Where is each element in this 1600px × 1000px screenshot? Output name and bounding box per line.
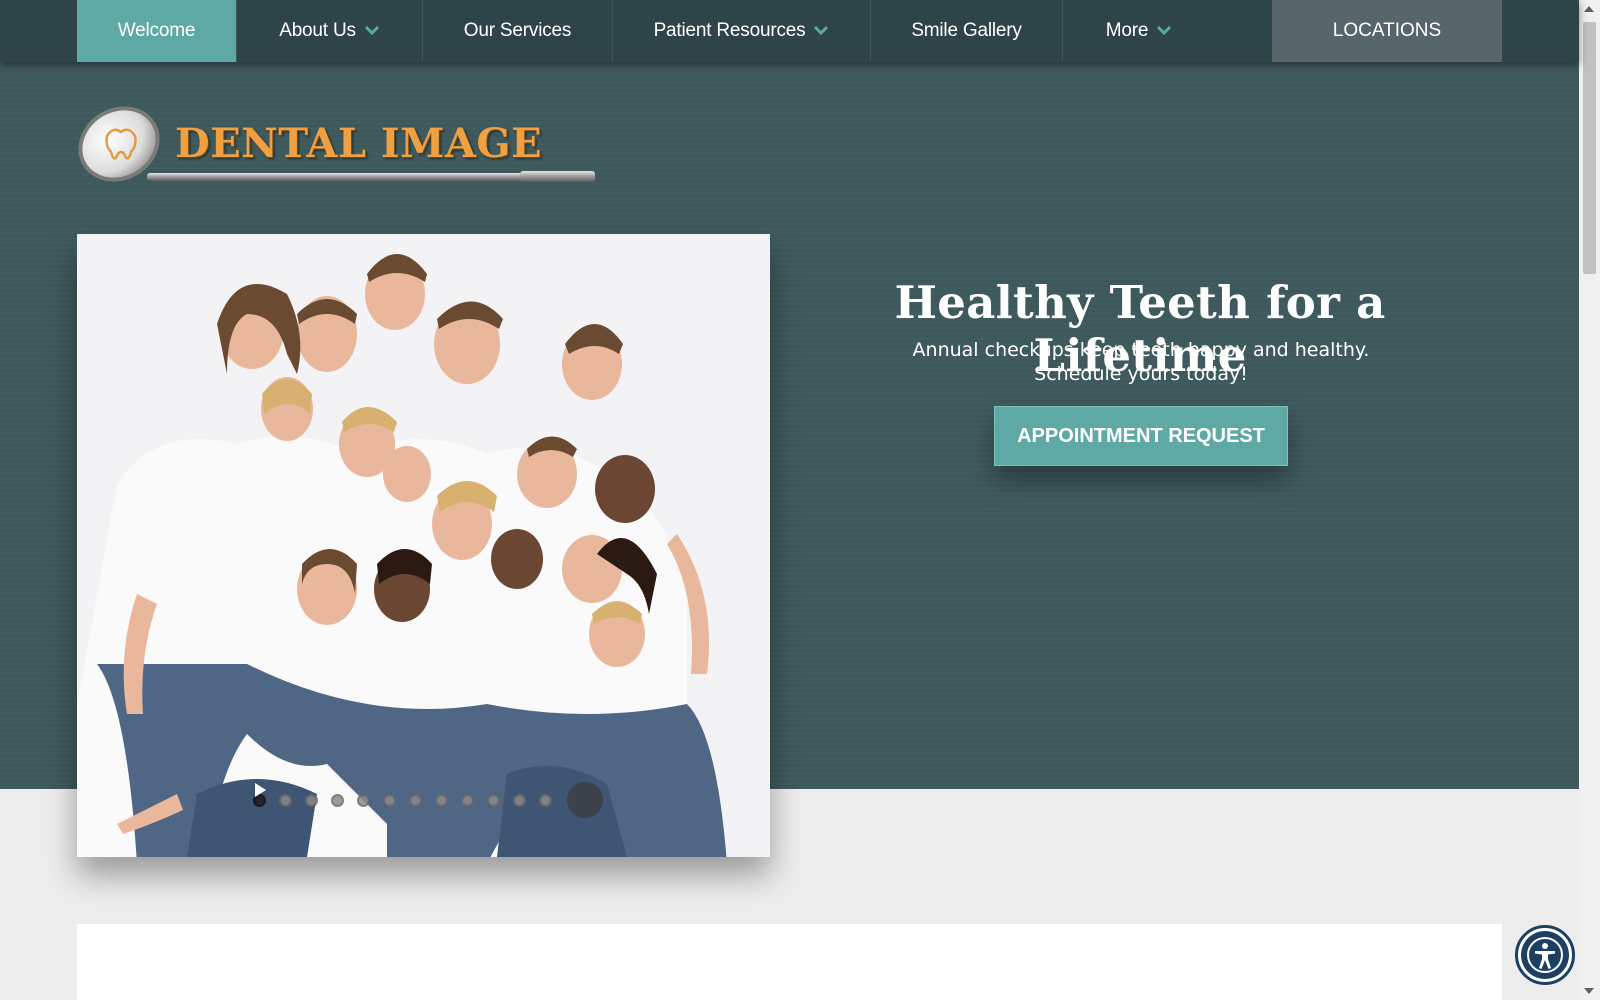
slider-dot[interactable] bbox=[513, 793, 526, 807]
nav-item-label: Smile Gallery bbox=[911, 20, 1022, 41]
nav-item-patient-resources[interactable]: Patient Resources bbox=[613, 0, 871, 62]
play-icon[interactable] bbox=[255, 782, 603, 818]
hero-slider[interactable] bbox=[77, 234, 770, 857]
locations-label: LOCATIONS bbox=[1332, 20, 1442, 41]
nav-item-label: Our Services bbox=[463, 20, 572, 41]
slider-dot[interactable] bbox=[539, 793, 552, 807]
slider-pagination bbox=[253, 782, 603, 818]
accessibility-person-icon bbox=[1521, 931, 1569, 979]
appointment-request-label: APPOINTMENT REQUEST bbox=[1017, 424, 1265, 447]
slider-dot[interactable] bbox=[305, 793, 318, 807]
nav-item-label: Patient Resources bbox=[653, 20, 806, 41]
logo-text: DENTAL IMAGE bbox=[175, 120, 543, 167]
chevron-down-icon bbox=[813, 22, 829, 38]
hero-subline: Annual checkups keep teeth happy and hea… bbox=[912, 339, 1370, 385]
slider-dot[interactable] bbox=[487, 793, 500, 807]
slider-dot[interactable] bbox=[279, 793, 292, 807]
nav-item-our-services[interactable]: Our Services bbox=[423, 0, 613, 62]
nav-item-more[interactable]: More bbox=[1063, 0, 1215, 62]
nav-item-welcome[interactable]: Welcome bbox=[77, 0, 237, 62]
slider-dot[interactable] bbox=[357, 793, 370, 807]
slider-dot[interactable] bbox=[409, 793, 422, 807]
chevron-down-icon bbox=[1156, 22, 1172, 38]
top-navigation-bar: Welcome About Us Our Services Patient Re… bbox=[0, 0, 1579, 62]
nav-item-smile-gallery[interactable]: Smile Gallery bbox=[871, 0, 1063, 62]
nav-item-label: More bbox=[1105, 20, 1149, 41]
nav-item-label: Welcome bbox=[117, 20, 196, 41]
scroll-down-arrow-icon[interactable] bbox=[1584, 988, 1594, 994]
scroll-up-arrow-icon[interactable] bbox=[1584, 6, 1594, 12]
content-card bbox=[77, 924, 1502, 1000]
scroll-thumb[interactable] bbox=[1583, 22, 1596, 274]
chevron-down-icon bbox=[364, 22, 380, 38]
slider-dot[interactable] bbox=[383, 793, 396, 807]
locations-button[interactable]: LOCATIONS bbox=[1272, 0, 1502, 62]
appointment-request-button[interactable]: APPOINTMENT REQUEST bbox=[994, 406, 1288, 466]
main-nav: Welcome About Us Our Services Patient Re… bbox=[77, 0, 1215, 62]
family-photo bbox=[77, 234, 770, 857]
page-scrollbar[interactable] bbox=[1579, 0, 1600, 1000]
nav-item-label: About Us bbox=[279, 20, 356, 41]
accessibility-button[interactable] bbox=[1515, 925, 1575, 985]
nav-item-about-us[interactable]: About Us bbox=[237, 0, 423, 62]
slider-dot[interactable] bbox=[331, 793, 344, 807]
site-logo[interactable]: DENTAL IMAGE bbox=[77, 104, 597, 190]
slider-dot[interactable] bbox=[435, 793, 448, 807]
slider-dot[interactable] bbox=[461, 793, 474, 807]
